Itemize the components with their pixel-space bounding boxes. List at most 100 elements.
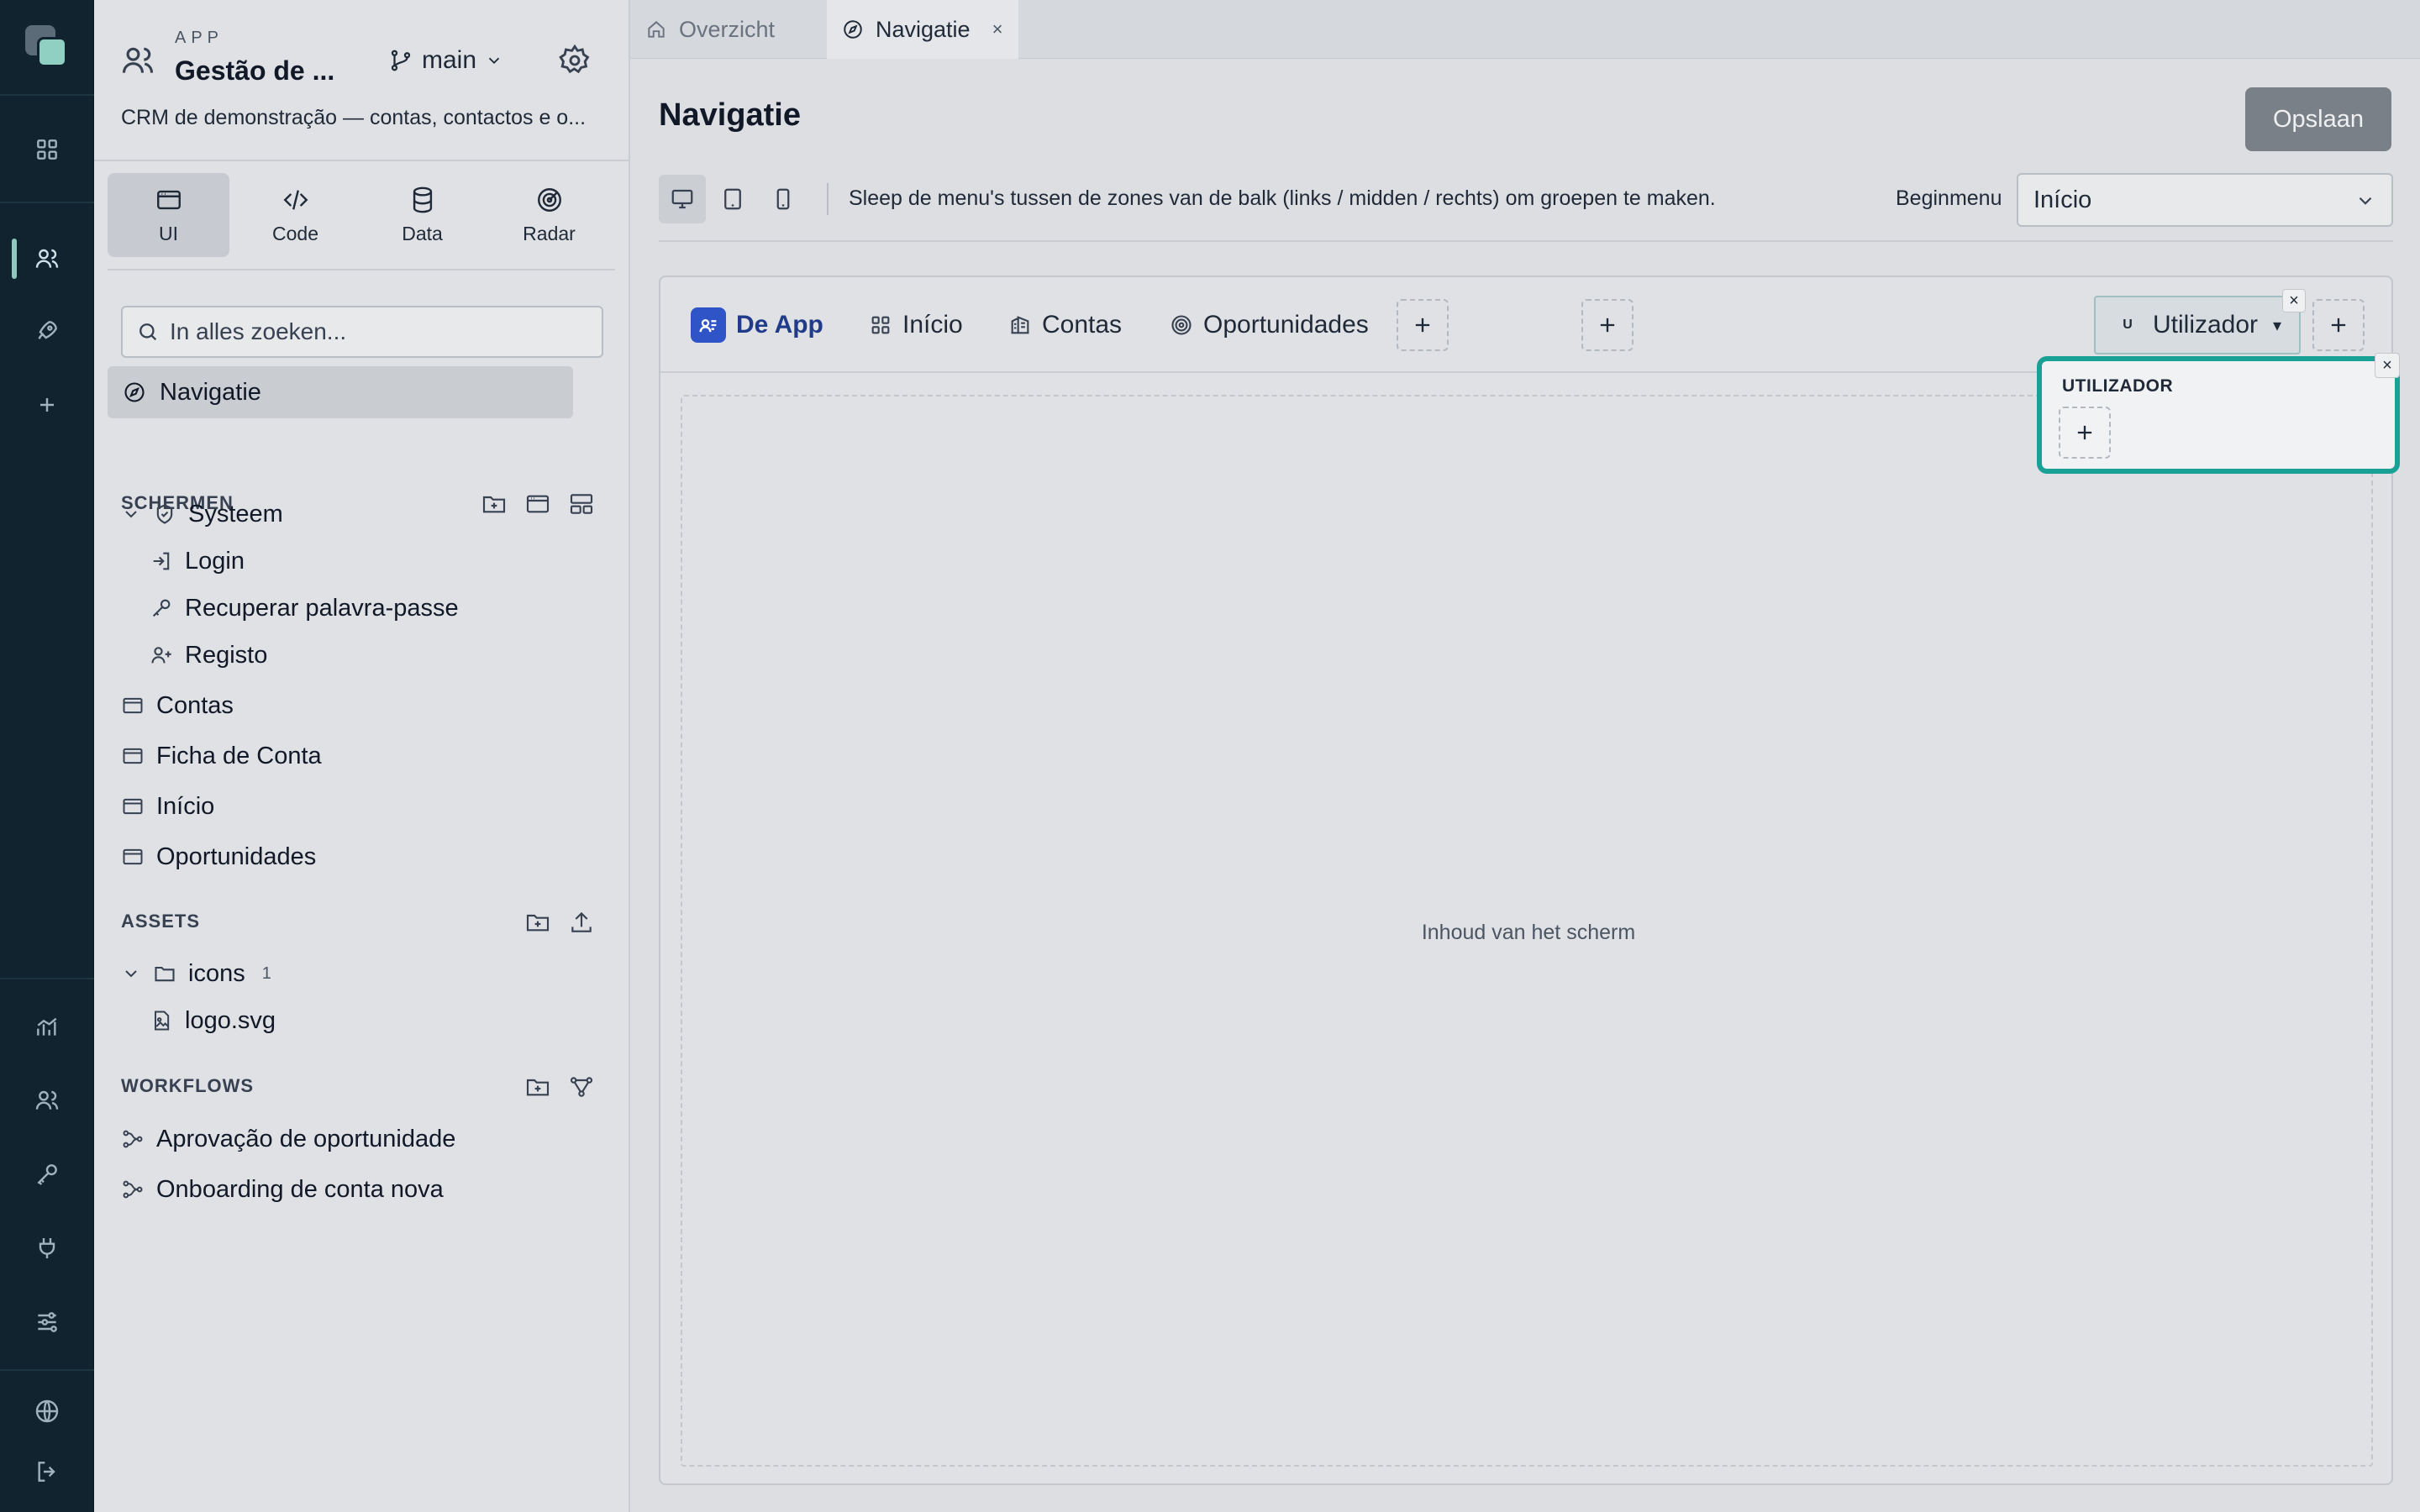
assets-tools xyxy=(524,909,595,936)
tree-item-inicio[interactable]: Início xyxy=(121,788,214,825)
tree-item-recuperar[interactable]: Recuperar palavra-passe xyxy=(150,590,459,627)
navbar-item-label: Contas xyxy=(1042,311,1123,339)
chevron-down-icon[interactable] xyxy=(121,963,141,984)
mode-label: Code xyxy=(272,222,318,244)
image-file-icon xyxy=(155,1011,170,1031)
tree-folder-icons[interactable]: icons 1 xyxy=(121,955,271,992)
users-icon[interactable] xyxy=(0,232,94,286)
navbar-item-inicio[interactable]: Início xyxy=(869,307,963,343)
new-folder-icon[interactable] xyxy=(481,491,508,517)
navbar-brand[interactable]: De App xyxy=(691,307,823,343)
popover-title: UTILIZADOR xyxy=(2062,376,2174,396)
section-title-assets: ASSETS xyxy=(121,911,201,932)
tree-item-logo-svg[interactable]: logo.svg xyxy=(150,1002,276,1039)
tab-navigatie[interactable]: Navigatie × xyxy=(827,0,1018,59)
code-icon xyxy=(283,189,308,210)
new-folder-icon[interactable] xyxy=(524,909,551,936)
gear-icon[interactable] xyxy=(558,44,592,77)
upload-icon[interactable] xyxy=(568,909,595,936)
plus-icon[interactable] xyxy=(0,378,94,432)
begin-menu-select[interactable]: Início xyxy=(2017,173,2393,227)
team-icon[interactable] xyxy=(0,1074,94,1127)
popover-close-button[interactable]: × xyxy=(2375,353,2400,378)
logout-icon[interactable] xyxy=(0,1445,94,1499)
rail-divider xyxy=(0,202,94,203)
analytics-icon[interactable] xyxy=(0,1000,94,1053)
save-button[interactable]: Opslaan xyxy=(2245,87,2391,151)
add-item-right-button[interactable] xyxy=(2312,299,2365,351)
navbar-item-contas[interactable]: Contas xyxy=(1008,307,1122,343)
plus-icon xyxy=(1600,318,1615,333)
mobile-view-button[interactable] xyxy=(760,175,807,223)
tree-item-label: Oportunidades xyxy=(156,843,317,870)
tree-item-label: Onboarding de conta nova xyxy=(156,1175,444,1203)
tree-item-workflow-aprovacao[interactable]: Aprovação de oportunidade xyxy=(121,1121,455,1158)
tab-label: Overzicht xyxy=(679,16,776,42)
workflow-icon xyxy=(123,1130,143,1148)
branch-selector[interactable]: main xyxy=(388,45,503,76)
layout-icon[interactable] xyxy=(568,491,595,517)
key-icon[interactable] xyxy=(0,1147,94,1201)
workflow-icon[interactable] xyxy=(568,1074,595,1100)
new-screen-icon[interactable] xyxy=(524,491,551,517)
app-title[interactable]: Gestão de ... xyxy=(175,55,334,87)
rocket-icon[interactable] xyxy=(0,304,94,358)
add-item-middle-button[interactable] xyxy=(1581,299,1634,351)
navbar-user-menu[interactable]: U Utilizador ▾ xyxy=(2094,296,2301,354)
git-branch-icon xyxy=(391,50,411,71)
window-icon xyxy=(123,697,143,714)
new-folder-icon[interactable] xyxy=(524,1074,551,1100)
chevron-down-icon[interactable] xyxy=(121,504,141,524)
drag-hint: Sleep de menu's tussen de zones van de b… xyxy=(849,186,1716,210)
database-icon xyxy=(413,186,432,213)
search-input[interactable] xyxy=(170,318,590,345)
mode-data[interactable]: Data xyxy=(361,173,483,257)
add-submenu-item-button[interactable] xyxy=(2059,407,2111,459)
nav-item-navigatie[interactable]: Navigatie xyxy=(108,366,573,418)
device-switcher xyxy=(659,175,807,223)
logo[interactable] xyxy=(25,25,71,71)
tree-folder-systeem[interactable]: Systeem xyxy=(121,496,283,533)
globe-icon[interactable] xyxy=(0,1384,94,1438)
caret-down-icon: ▾ xyxy=(2273,316,2282,335)
chevron-down-icon xyxy=(488,57,500,65)
divider xyxy=(108,269,615,270)
content-placeholder: Inhoud van het scherm xyxy=(1421,920,1636,944)
add-item-left-button[interactable] xyxy=(1397,299,1449,351)
mode-code[interactable]: Code xyxy=(234,173,356,257)
page-title: Navigatie xyxy=(659,97,801,133)
tree-item-registo[interactable]: Registo xyxy=(150,637,267,674)
tree-item-contas[interactable]: Contas xyxy=(121,687,234,724)
tree-item-label: Aprovação de oportunidade xyxy=(156,1125,456,1152)
window-icon xyxy=(123,798,143,815)
tree-item-login[interactable]: Login xyxy=(150,543,245,580)
tree-item-label: Ficha de Conta xyxy=(156,742,322,769)
target-icon xyxy=(1171,315,1192,335)
search-box[interactable] xyxy=(121,306,603,358)
mode-label: Data xyxy=(402,222,443,244)
workflow-icon xyxy=(123,1180,143,1199)
tab-close-button[interactable]: × xyxy=(992,18,1003,40)
section-title-workflows: WORKFLOWS xyxy=(121,1075,255,1096)
users-icon xyxy=(119,42,156,79)
tree-item-oportunidades[interactable]: Oportunidades xyxy=(121,838,316,875)
tab-overzicht[interactable]: Overzicht xyxy=(630,0,823,59)
tree-item-label: Recuperar palavra-passe xyxy=(185,594,459,622)
navbar-item-oportunidades[interactable]: Oportunidades xyxy=(1170,307,1369,343)
compass-icon xyxy=(844,20,862,39)
tablet-view-button[interactable] xyxy=(709,175,756,223)
begin-menu-value: Início xyxy=(2033,186,2092,213)
rail-divider xyxy=(0,978,94,979)
tree-item-label: Contas xyxy=(156,691,234,719)
sliders-icon[interactable] xyxy=(0,1295,94,1349)
dashboard-icon[interactable] xyxy=(0,123,94,176)
tree-item-workflow-onboarding[interactable]: Onboarding de conta nova xyxy=(121,1171,444,1208)
window-icon xyxy=(123,748,143,764)
tree-item-ficha-de-conta[interactable]: Ficha de Conta xyxy=(121,738,322,774)
plug-icon[interactable] xyxy=(0,1221,94,1275)
desktop-view-button[interactable] xyxy=(659,175,706,223)
remove-user-menu-button[interactable]: × xyxy=(2282,289,2306,312)
mode-radar[interactable]: Radar xyxy=(488,173,610,257)
mode-ui[interactable]: UI xyxy=(108,173,229,257)
rail-divider xyxy=(0,1369,94,1371)
